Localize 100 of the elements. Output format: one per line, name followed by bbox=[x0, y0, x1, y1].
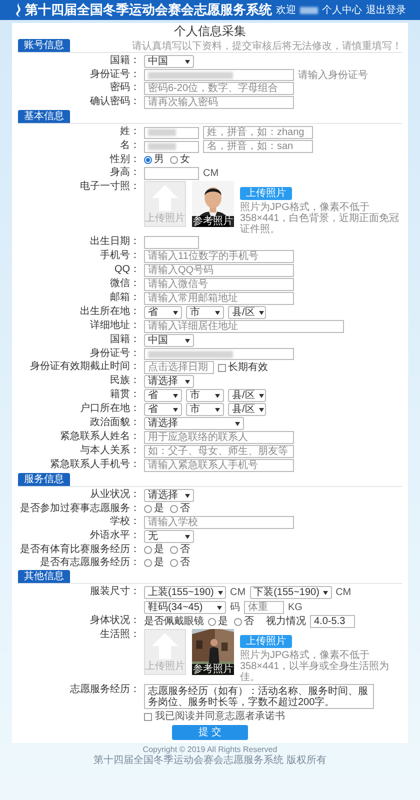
radio-button[interactable] bbox=[170, 558, 178, 566]
field-label: 紧急联系人手机号： bbox=[49, 459, 140, 471]
input-field[interactable] bbox=[144, 236, 199, 249]
checkbox[interactable] bbox=[218, 364, 226, 372]
radio-label: 否 bbox=[180, 503, 190, 514]
dropdown[interactable]: 市 bbox=[186, 403, 224, 416]
site-title: 第十四届全国冬季运动会赛会志愿服务系统 bbox=[25, 2, 272, 18]
caret-icon bbox=[215, 310, 220, 314]
field-label: 学校： bbox=[109, 516, 140, 528]
input-field[interactable]: 请输入学校 bbox=[144, 516, 294, 529]
radio-label: 男 bbox=[154, 154, 164, 165]
caret-icon bbox=[258, 394, 264, 398]
checkbox-label: 长期有效 bbox=[228, 362, 268, 373]
dropdown[interactable]: 省 bbox=[144, 403, 182, 416]
radio-label: 是 bbox=[154, 544, 164, 555]
radio-button[interactable] bbox=[170, 504, 178, 512]
field-label: 国籍： bbox=[109, 334, 140, 346]
caret-icon bbox=[258, 408, 264, 412]
dropdown[interactable]: 县/区 bbox=[228, 389, 266, 402]
dropdown[interactable]: 县/区 bbox=[228, 403, 266, 416]
radio-label: 是 bbox=[154, 557, 164, 568]
field-label: 身份证号： bbox=[89, 348, 140, 360]
radio-button[interactable] bbox=[144, 558, 152, 566]
radio-button[interactable] bbox=[170, 546, 178, 554]
footer-text: 第十四届全国冬季运动会赛会志愿服务系统 版权所有 bbox=[94, 755, 326, 766]
hint-text: 照片为JPG格式，像素不低于358×441，白色背景，近期正面免冠证件照。 bbox=[240, 202, 400, 235]
caret-icon bbox=[215, 394, 220, 398]
field-label: 名： bbox=[119, 140, 140, 152]
dropdown[interactable]: 无 bbox=[144, 530, 194, 543]
photo-caption: 参考照片 bbox=[192, 216, 234, 227]
dropdown[interactable]: 县/区 bbox=[228, 306, 266, 319]
checkbox[interactable] bbox=[144, 712, 152, 720]
caret-icon bbox=[185, 380, 190, 384]
field-label: 身份证号： bbox=[89, 69, 140, 81]
input-field[interactable] bbox=[144, 140, 199, 152]
input-field[interactable] bbox=[144, 348, 294, 360]
field-label: 密码： bbox=[109, 82, 140, 94]
dropdown[interactable]: 请选择 bbox=[144, 375, 194, 388]
upload-label: 上传照片 bbox=[145, 213, 185, 224]
dropdown[interactable]: 省 bbox=[144, 389, 182, 402]
input-field[interactable] bbox=[144, 126, 199, 138]
input-field[interactable]: 体重 bbox=[244, 601, 284, 614]
text-area[interactable]: 志愿服务经历（如有）：活动名称、服务时间、服务岗位、服务时长等，字数不超过200字。 bbox=[144, 684, 374, 709]
dropdown[interactable]: 市 bbox=[186, 389, 224, 402]
input-field[interactable]: 点击选择日期 bbox=[144, 361, 214, 374]
radio-button[interactable] bbox=[144, 156, 152, 164]
header-link[interactable]: 个人中心 bbox=[322, 4, 362, 16]
caret-icon bbox=[215, 408, 220, 412]
field-label: 身高： bbox=[109, 167, 140, 179]
field-label: 是否有志愿服务经历： bbox=[39, 557, 140, 569]
field-label: 微信： bbox=[109, 278, 140, 290]
footer-text: Copyright © 2019 All Rights Reserved bbox=[142, 745, 278, 754]
photo-caption: 参考照片 bbox=[192, 664, 234, 675]
section-note: 请认真填写以下资料，提交审核后将无法修改，请慎重填写！ bbox=[132, 41, 402, 52]
dropdown[interactable]: 请选择 bbox=[144, 417, 244, 430]
dropdown[interactable]: 鞋码(34~45) bbox=[144, 601, 226, 614]
field-label: 紧急联系人姓名： bbox=[59, 431, 140, 443]
field-label: 籍贯： bbox=[109, 389, 140, 401]
input-field[interactable] bbox=[144, 167, 199, 180]
greeting-text: 欢迎 bbox=[276, 4, 296, 16]
radio-label: 女 bbox=[180, 154, 190, 165]
radio-button[interactable] bbox=[208, 618, 216, 626]
field-label: 外语水平： bbox=[89, 530, 140, 542]
radio-button[interactable] bbox=[170, 156, 178, 164]
header-link[interactable]: 退出登录 bbox=[366, 4, 406, 16]
section-heading: 账号信息 bbox=[18, 39, 70, 52]
unit-label: CM bbox=[336, 587, 352, 598]
dropdown[interactable]: 市 bbox=[186, 306, 224, 319]
caret-icon bbox=[173, 394, 178, 398]
field-label: 身体状况： bbox=[89, 615, 140, 627]
radio-button[interactable] bbox=[144, 546, 152, 554]
input-field[interactable] bbox=[144, 69, 294, 81]
dropdown[interactable]: 中国 bbox=[144, 334, 194, 347]
field-label: QQ： bbox=[113, 264, 140, 276]
question-label: 是否佩戴眼镜 bbox=[144, 616, 204, 627]
input-field[interactable]: 请输入QQ号码 bbox=[144, 264, 294, 277]
field-label: 与本人关系： bbox=[79, 445, 140, 457]
input-field[interactable]: 请输入紧急联系人手机号 bbox=[144, 459, 294, 472]
upload-label: 上传照片 bbox=[145, 661, 185, 672]
dropdown[interactable]: 请选择 bbox=[144, 489, 194, 502]
field-label: 户口所在地： bbox=[79, 403, 140, 415]
input-field[interactable]: 4.0-5.3 bbox=[310, 615, 355, 628]
input-field[interactable]: 请输入微信号 bbox=[144, 278, 294, 291]
input-field[interactable]: 请输入常用邮箱地址 bbox=[144, 292, 294, 305]
input-field[interactable]: 如：父子、母女、师生、朋友等 bbox=[144, 445, 294, 458]
radio-button[interactable] bbox=[234, 618, 242, 626]
radio-label: 是 bbox=[218, 616, 228, 627]
dropdown[interactable]: 下装(155~190) bbox=[250, 586, 332, 599]
caret-icon bbox=[258, 310, 264, 314]
logo-icon bbox=[14, 3, 22, 17]
field-label: 国籍： bbox=[109, 55, 140, 67]
caret-icon bbox=[185, 494, 190, 498]
field-label: 政治面貌： bbox=[89, 417, 140, 429]
radio-button[interactable] bbox=[144, 504, 152, 512]
dropdown[interactable]: 中国 bbox=[144, 55, 194, 68]
caret-icon bbox=[173, 310, 178, 314]
dropdown[interactable]: 上装(155~190) bbox=[144, 586, 226, 599]
field-label: 手机号： bbox=[99, 250, 140, 262]
dropdown[interactable]: 省 bbox=[144, 306, 182, 319]
page-title: 个人信息采集 bbox=[173, 24, 247, 38]
